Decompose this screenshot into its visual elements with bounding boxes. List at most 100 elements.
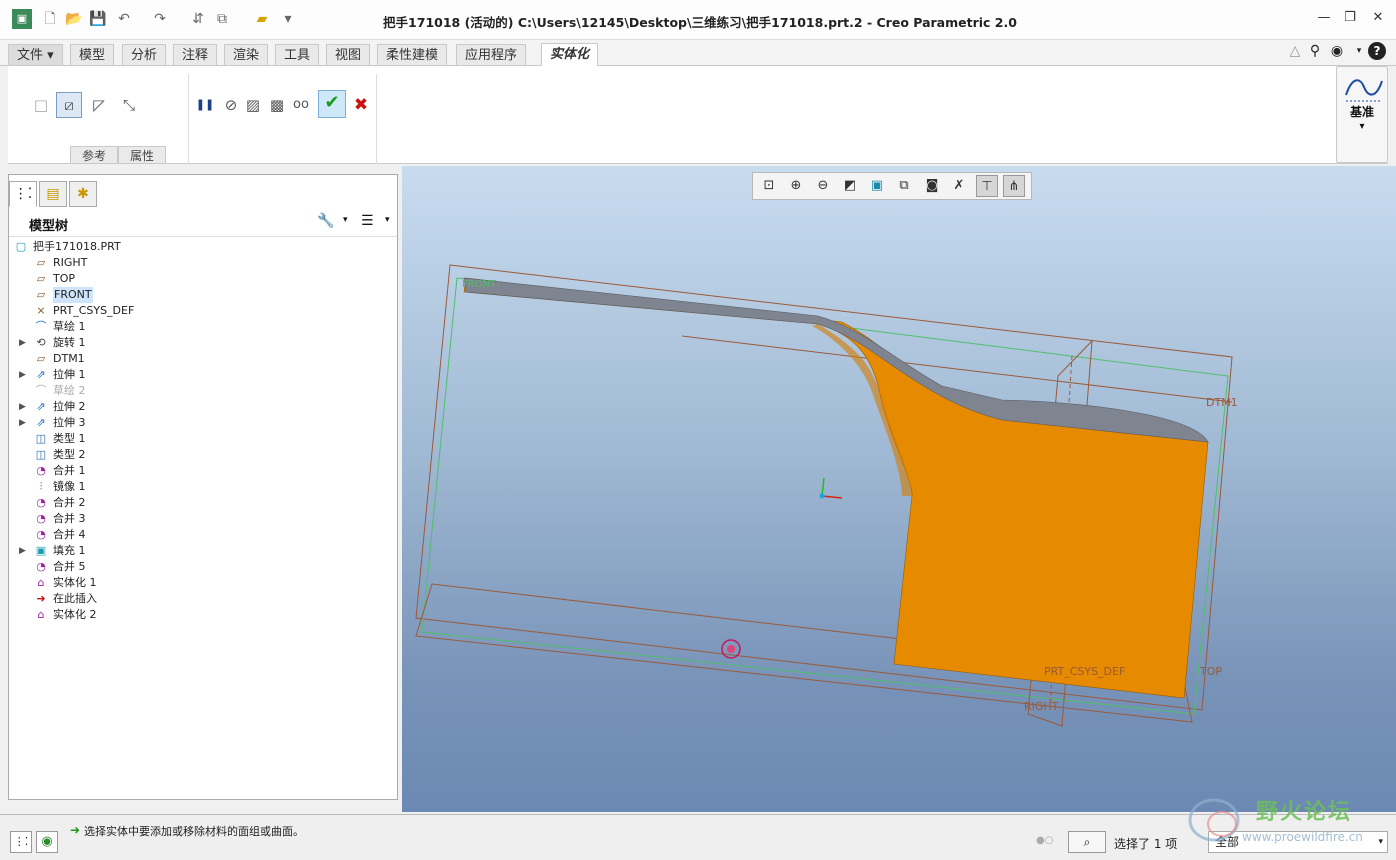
tab-analysis[interactable]: 分析	[122, 44, 167, 65]
model-tree-item[interactable]: ▶ ▣ 填充 1	[9, 543, 389, 559]
folder-icon[interactable]: ▰	[252, 9, 272, 29]
expand-arrow-icon[interactable]: ▶	[19, 335, 29, 351]
model-tree-item[interactable]: ⌂ 实体化 1	[9, 575, 389, 591]
references-tab[interactable]: 参考	[70, 146, 118, 164]
undo-icon[interactable]: ↶	[114, 9, 134, 29]
separate-preview-icon[interactable]: ▨	[240, 92, 266, 118]
model-tree-item[interactable]: ⌒ 草绘 1	[9, 319, 389, 335]
restore-button[interactable]: ❐	[1338, 9, 1362, 27]
sketch-icon: ⌒	[35, 384, 47, 397]
tab-model[interactable]: 模型	[70, 44, 115, 65]
windows-icon[interactable]: ⧉	[212, 9, 232, 29]
annotation-display-icon[interactable]: ⋔	[1003, 175, 1025, 197]
model-tree-item[interactable]: ▶ ⇗ 拉伸 1	[9, 367, 389, 383]
view-manager-icon[interactable]: ◙	[921, 175, 943, 197]
model-tree-item[interactable]: ⫶ 镜像 1	[9, 479, 389, 495]
folder-browser-tab-icon[interactable]: ▤	[39, 181, 67, 207]
zoom-out-icon[interactable]: ⊖	[812, 175, 834, 197]
display-style-icon[interactable]: ▣	[866, 175, 888, 197]
tree-settings-icon[interactable]: 🔧	[317, 213, 334, 229]
model-tree-item[interactable]: ⨯ PRT_CSYS_DEF	[9, 303, 389, 319]
model-tree-item[interactable]: ◫ 类型 2	[9, 447, 389, 463]
find-icon[interactable]: ⌕	[1068, 831, 1106, 853]
datum-group[interactable]: 基准 ▾	[1336, 66, 1388, 163]
saved-views-icon[interactable]: ⧉	[893, 175, 915, 197]
model-tree-item-label: 草绘 2	[53, 384, 86, 397]
tab-tools[interactable]: 工具	[275, 44, 320, 65]
datum-dropdown-icon[interactable]: ▾	[1337, 121, 1387, 132]
pause-icon[interactable]: ❚❚	[192, 92, 218, 118]
model-tree-item[interactable]: ▶ ⇗ 拉伸 3	[9, 415, 389, 431]
open-file-icon[interactable]: 📂	[64, 9, 84, 29]
model-tree-tab-icon[interactable]: ⋮⁚	[9, 181, 37, 207]
tab-view[interactable]: 视图	[326, 44, 371, 65]
expand-arrow-icon[interactable]: ▶	[19, 367, 29, 383]
model-tree-item[interactable]: ◔ 合并 4	[9, 527, 389, 543]
model-tree-item[interactable]: ▱ FRONT	[9, 287, 389, 303]
favorites-tab-icon[interactable]: ✱	[69, 181, 97, 207]
model-tree-item[interactable]: ◔ 合并 5	[9, 559, 389, 575]
flip-direction-icon[interactable]: ⤡	[116, 92, 142, 118]
joined-preview-icon[interactable]: ▩	[264, 92, 290, 118]
tab-solidify[interactable]: 实体化	[541, 43, 599, 66]
redo-icon[interactable]: ↷	[150, 9, 170, 29]
model-tree-item[interactable]: ▶ ⇗ 拉伸 2	[9, 399, 389, 415]
model-tree-item[interactable]: ⌒ 草绘 2	[9, 383, 389, 399]
tab-applications[interactable]: 应用程序	[456, 44, 527, 65]
model-tree-item[interactable]: ▶ ⟲ 旋转 1	[9, 335, 389, 351]
model-tree-item-label: FRONT	[53, 287, 93, 303]
properties-tab[interactable]: 属性	[118, 146, 166, 164]
regenerate-icon[interactable]: ⇵	[188, 9, 208, 29]
replace-surface-icon[interactable]: ◸	[86, 92, 112, 118]
model-tree-item[interactable]: ◔ 合并 2	[9, 495, 389, 511]
ribbon-panel: □ ⧄ ◸ ⤡ ❚❚ ⊘ ▨ ▩ oo ✔ ✖ 参考 属性	[8, 66, 1388, 164]
minimize-button[interactable]: —	[1312, 9, 1336, 27]
show-browser-icon[interactable]: ◉	[36, 831, 58, 853]
model-tree-item-label: PRT_CSYS_DEF	[53, 304, 135, 317]
model-tree-item[interactable]: ▱ RIGHT	[9, 255, 389, 271]
graphics-viewport[interactable]: FRONT DTM1 TOP RIGHT PRT_CSYS_DEF	[402, 166, 1396, 812]
solid-mode-icon[interactable]: □	[28, 92, 54, 118]
save-icon[interactable]: 💾	[88, 9, 108, 29]
new-file-icon[interactable]: 🗋	[40, 9, 60, 29]
model-tree-item[interactable]: ◫ 类型 1	[9, 431, 389, 447]
refit-icon[interactable]: ⊡	[758, 175, 780, 197]
repaint-icon[interactable]: ◩	[839, 175, 861, 197]
confirm-button[interactable]: ✔	[318, 90, 346, 118]
datum-display-icon[interactable]: ⊤	[976, 175, 998, 197]
expand-arrow-icon[interactable]: ▶	[19, 543, 29, 559]
model-tree-item[interactable]: ▱ DTM1	[9, 351, 389, 367]
customize-icon[interactable]: ▾	[278, 9, 298, 29]
search-icon[interactable]: ⚲	[1306, 42, 1324, 60]
app-icon[interactable]: ▣	[12, 9, 32, 29]
help-icon[interactable]: ?	[1368, 42, 1386, 60]
model-tree-item[interactable]: ⌂ 实体化 2	[9, 607, 389, 623]
verify-preview-icon[interactable]: oo	[288, 92, 314, 118]
model-tree-item[interactable]: ▢ 把手171018.PRT	[9, 239, 389, 255]
community-dropdown-icon[interactable]: ▾	[1350, 42, 1368, 60]
csys-display-icon[interactable]: ✗	[948, 175, 970, 197]
mirror-icon: ⫶	[39, 480, 43, 493]
model-tree-item[interactable]: ➜ 在此插入	[9, 591, 389, 607]
boundary-icon: ◫	[35, 448, 47, 461]
tree-columns-dropdown-icon[interactable]: ▾	[385, 215, 390, 225]
graphics-toolbar: ⊡ ⊕ ⊖ ◩ ▣ ⧉ ◙ ✗ ⊤ ⋔	[752, 172, 1032, 200]
community-icon[interactable]: ◉	[1328, 42, 1346, 60]
cancel-button[interactable]: ✖	[348, 92, 374, 118]
tree-columns-icon[interactable]: ☰	[361, 213, 374, 229]
tree-settings-dropdown-icon[interactable]: ▾	[343, 215, 348, 225]
model-tree-item[interactable]: ◔ 合并 3	[9, 511, 389, 527]
expand-arrow-icon[interactable]: ▶	[19, 399, 29, 415]
show-navigator-icon[interactable]: ⋮⁚	[10, 831, 32, 853]
collapse-ribbon-icon[interactable]: △	[1286, 42, 1304, 60]
tab-render[interactable]: 渲染	[224, 44, 269, 65]
tab-file[interactable]: 文件 ▾	[8, 44, 63, 65]
close-button[interactable]: ✕	[1366, 9, 1390, 27]
model-tree-item[interactable]: ◔ 合并 1	[9, 463, 389, 479]
model-tree-item[interactable]: ▱ TOP	[9, 271, 389, 287]
expand-arrow-icon[interactable]: ▶	[19, 415, 29, 431]
remove-material-icon[interactable]: ⧄	[56, 92, 82, 118]
tab-annotate[interactable]: 注释	[173, 44, 218, 65]
tab-flexible-modeling[interactable]: 柔性建模	[377, 44, 448, 65]
zoom-in-icon[interactable]: ⊕	[785, 175, 807, 197]
